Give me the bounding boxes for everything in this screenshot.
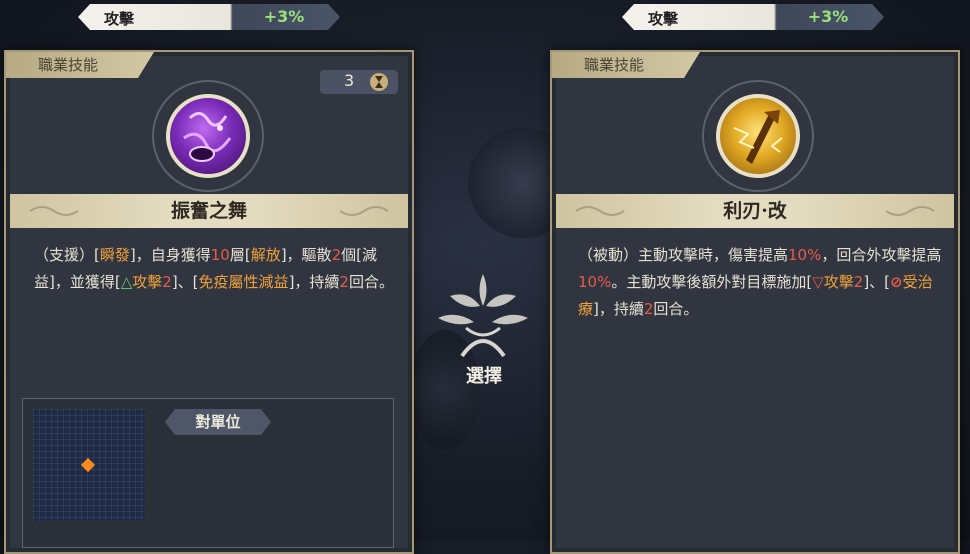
desc-text: 層[ [229, 246, 251, 264]
desc-text: ]、[ [863, 273, 891, 291]
number: 10 [210, 246, 230, 264]
desc-text: ]，持續 [593, 300, 644, 318]
counter-value: 3 [344, 71, 355, 90]
stat-value: +3% [807, 7, 849, 26]
target-marker-icon [80, 457, 96, 473]
banner-ornament-left-icon [29, 206, 79, 216]
stat-bar-left: 攻擊 +3% [78, 4, 340, 30]
purple-dance-skill-icon [166, 94, 250, 178]
number: 2 [643, 300, 654, 318]
debuff-triangle-icon: ▽ [812, 273, 824, 291]
stat-bar-right: 攻擊 +3% [622, 4, 884, 30]
card-tab: 職業技能 [552, 52, 700, 78]
stat-value: +3% [263, 7, 305, 26]
skill-name: 振奮之舞 [170, 200, 247, 222]
number: 2 [331, 246, 342, 264]
skill-name-banner: 利刃·改 [556, 194, 954, 228]
number: 2 [339, 273, 349, 291]
desc-text: ]、[ [171, 273, 199, 291]
buff-triangle-icon: △ [120, 273, 133, 291]
keyword[interactable]: 攻擊 [824, 273, 854, 291]
desc-text: ]，自身獲得 [129, 246, 211, 264]
number: 10% [788, 246, 822, 264]
desc-text: 回合。 [653, 300, 699, 318]
card-tab: 職業技能 [6, 52, 154, 78]
skill-card-right[interactable]: 職業技能 利刃·改 （被動）主動攻擊時，傷害提高10%，回合外攻擊提高10%。主… [550, 50, 960, 554]
use-counter: 3 [320, 70, 398, 94]
no-heal-icon: ⊘ [890, 273, 903, 291]
skill-name: 利刃·改 [723, 200, 787, 222]
banner-ornament-right-icon [885, 206, 935, 216]
desc-text: ，回合外攻擊提高 [821, 246, 942, 264]
desc-text: ]，持續 [288, 273, 340, 291]
number: 2 [162, 273, 172, 291]
number: 2 [853, 273, 864, 291]
skill-name-banner: 振奮之舞 [10, 194, 408, 228]
desc-text: 。主動攻擊後額外對目標施加[ [611, 273, 813, 291]
select-emblem-icon[interactable] [430, 266, 536, 362]
skill-description: （被動）主動攻擊時，傷害提高10%，回合外攻擊提高10%。主動攻擊後額外對目標施… [578, 242, 944, 323]
banner-ornament-left-icon [575, 206, 625, 216]
stat-label: 攻擊 [104, 10, 135, 28]
golden-blade-skill-icon [716, 94, 800, 178]
keyword[interactable]: 解放 [251, 246, 281, 264]
target-panel: 對單位 [22, 398, 394, 548]
stat-label: 攻擊 [648, 10, 679, 28]
keyword[interactable]: 免疫屬性減益 [199, 273, 289, 291]
keyword[interactable]: 攻擊 [132, 273, 162, 291]
skill-description: （支援）[瞬發]，自身獲得10層[解放]，驅散2個[減益]，並獲得[△攻擊2]、… [34, 242, 394, 296]
target-label: 對單位 [165, 409, 271, 435]
desc-text: 回合。 [348, 273, 394, 291]
desc-text: （被動）主動攻擊時，傷害提高 [578, 246, 789, 264]
banner-ornament-right-icon [339, 206, 389, 216]
target-grid [33, 409, 145, 521]
keyword[interactable]: 瞬發 [100, 246, 130, 264]
skill-card-left[interactable]: 職業技能 3 振奮之舞 （支援）[瞬發]，自身獲得10層[解放]，驅散2個[減益… [4, 50, 414, 554]
number: 10% [578, 273, 612, 291]
desc-text: （支援）[ [34, 246, 100, 264]
select-button[interactable]: 選擇 [448, 362, 520, 388]
hourglass-icon [370, 73, 388, 91]
desc-text: ]，驅散 [280, 246, 332, 264]
